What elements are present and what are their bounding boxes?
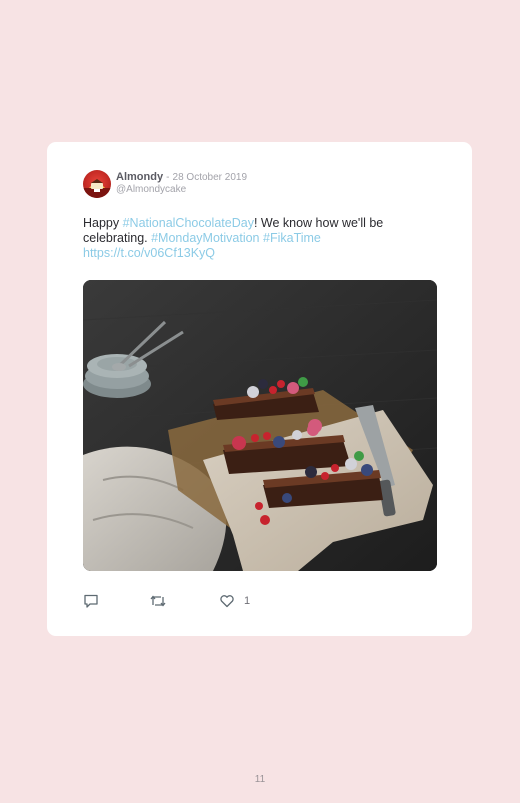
like-count: 1 bbox=[244, 595, 251, 607]
retweet-icon bbox=[150, 595, 166, 607]
like-button[interactable]: 1 bbox=[219, 592, 250, 610]
author-handle[interactable]: @Almondycake bbox=[116, 184, 186, 195]
heart-icon bbox=[220, 595, 234, 608]
author-separator: - bbox=[166, 172, 170, 183]
tweet-text: Happy #NationalChocolateDay! We know how… bbox=[83, 216, 423, 261]
retweet-button[interactable] bbox=[149, 592, 167, 610]
hashtag-link[interactable]: #FikaTime bbox=[263, 231, 321, 245]
author-row: Almondy - 28 October 2019 bbox=[116, 171, 247, 183]
speech-bubble-icon bbox=[84, 594, 98, 608]
tweet-date[interactable]: 28 October 2019 bbox=[173, 172, 248, 183]
tweet-card: Almondy - 28 October 2019 @Almondycake H… bbox=[47, 142, 472, 636]
url-link[interactable]: https://t.co/v06Cf13KyQ bbox=[83, 246, 215, 260]
hashtag-link[interactable]: #MondayMotivation bbox=[151, 231, 259, 245]
tweet-photo[interactable] bbox=[83, 280, 437, 571]
author-name[interactable]: Almondy bbox=[116, 171, 163, 183]
hashtag-link[interactable]: #NationalChocolateDay bbox=[123, 216, 254, 230]
page-number: 11 bbox=[254, 774, 266, 785]
reply-button[interactable] bbox=[83, 592, 99, 610]
author-avatar[interactable] bbox=[83, 170, 111, 198]
tweet-text-segment: Happy bbox=[83, 216, 123, 230]
